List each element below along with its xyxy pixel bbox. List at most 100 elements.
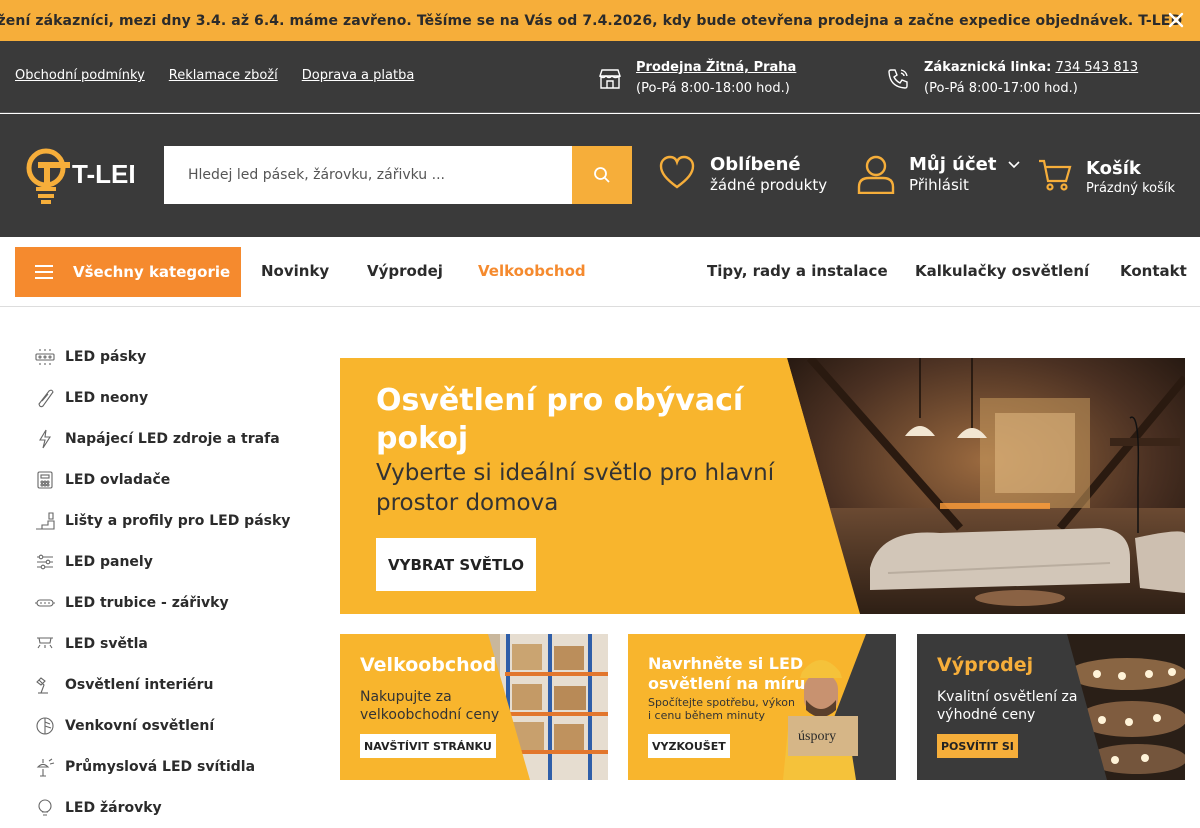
phone-info: Zákaznická linka: 734 543 813 (Po-Pá 8:0…: [886, 57, 1138, 99]
category-sidebar: LED pásky LED neony Napájecí LED zdroje …: [35, 336, 315, 828]
cart-title: Košík: [1086, 158, 1141, 179]
all-categories-button[interactable]: Všechny kategorie: [15, 247, 241, 297]
store-link[interactable]: Prodejna Žitná, Praha: [636, 60, 796, 75]
phone-hours: (Po-Pá 8:00-17:00 hod.): [924, 81, 1078, 96]
sidebar-item-led-panels[interactable]: LED panely: [35, 541, 315, 582]
announcement-text: Vážení zákazníci, mezi dny 3.4. až 6.4. …: [0, 12, 1183, 29]
nav-sale[interactable]: Výprodej: [367, 262, 443, 280]
cart-icon: [1039, 159, 1072, 191]
favorites-sub: žádné produkty: [710, 176, 828, 194]
sidebar-item-label: Napájecí LED zdroje a trafa: [65, 430, 280, 447]
sidebar-item-label: LED světla: [65, 635, 148, 652]
sidebar-item-label: LED neony: [65, 389, 149, 406]
nav-tips[interactable]: Tipy, rady a instalace: [707, 262, 888, 280]
account-sub: Přihlásit: [909, 176, 969, 194]
store-hours: (Po-Pá 8:00-18:00 hod.): [636, 81, 790, 96]
hero-cta-button[interactable]: VYBRAT SVĚTLO: [376, 538, 536, 591]
nav-calculators[interactable]: Kalkulačky osvětlení: [915, 262, 1089, 280]
user-icon: [857, 155, 895, 194]
sliders-icon: [37, 554, 53, 569]
sidebar-item-label: LED pásky: [65, 348, 147, 365]
site-header: T-LED Oblíbené žádné produkty Můj účet P…: [0, 114, 1200, 237]
sidebar-item-profiles[interactable]: Lišty a profily pro LED pásky: [35, 500, 315, 541]
shine-button[interactable]: POSVÍTIT SI: [937, 734, 1018, 758]
sidebar-item-controllers[interactable]: LED ovladače: [35, 459, 315, 500]
search-button[interactable]: [572, 146, 632, 204]
tile-title: Navrhněte si LED osvětlení na míru: [648, 654, 806, 693]
hero-subtitle: Vyberte si ideální světlo pro hlavní pro…: [376, 460, 775, 516]
nav-wholesale[interactable]: Velkoobchod: [478, 262, 586, 280]
hero-banner[interactable]: Osvětlení pro obývací pokoj Vyberte si i…: [340, 358, 1185, 614]
nav-news[interactable]: Novinky: [261, 262, 329, 280]
tile-title: Velkoobchod: [360, 654, 497, 676]
info-links: Obchodní podmínky Reklamace zboží Doprav…: [15, 68, 414, 83]
sidebar-item-label: Venkovní osvětlení: [65, 717, 215, 734]
complaints-link[interactable]: Reklamace zboží: [169, 68, 278, 83]
tile-title: Výprodej: [937, 654, 1034, 676]
industrial-light-icon: [36, 758, 55, 777]
main-nav: Všechny kategorie Novinky Výprodej Velko…: [0, 237, 1200, 307]
bulb-icon: [38, 798, 52, 816]
sidebar-item-outdoor[interactable]: Venkovní osvětlení: [35, 705, 315, 746]
tile-text: Spočítejte spotřebu, výkon i cenu během …: [648, 696, 795, 722]
logo[interactable]: T-LED: [24, 144, 134, 206]
logo-text: T-LED: [72, 159, 134, 189]
lightning-icon: [39, 429, 52, 448]
sidebar-item-led-strips[interactable]: LED pásky: [35, 336, 315, 377]
sidebar-item-label: Lišty a profily pro LED pásky: [65, 512, 291, 529]
sidebar-item-label: Osvětlení interiéru: [65, 676, 214, 693]
tile-calculator[interactable]: úspory Navrhněte si LED osvětlení na mír…: [628, 634, 896, 780]
search-input[interactable]: [164, 146, 572, 204]
led-strip-icon: [35, 348, 55, 365]
heart-icon: [659, 155, 695, 189]
store-icon: [599, 69, 621, 89]
sidebar-item-bulbs[interactable]: LED žárovky: [35, 787, 315, 828]
chevron-down-icon: [1008, 161, 1020, 169]
sign-text: úspory: [798, 729, 836, 744]
shipping-link[interactable]: Doprava a platba: [302, 68, 415, 83]
tile-text: Kvalitní osvětlení za výhodné ceny: [937, 689, 1078, 723]
sidebar-item-led-neons[interactable]: LED neony: [35, 377, 315, 418]
sidebar-item-label: LED trubice - zářivky: [65, 594, 229, 611]
sidebar-item-power-supplies[interactable]: Napájecí LED zdroje a trafa: [35, 418, 315, 459]
controller-icon: [37, 470, 53, 489]
hero-title: Osvětlení pro obývací pokoj: [376, 383, 744, 456]
favorites-title: Oblíbené: [710, 154, 801, 175]
sidebar-item-interior[interactable]: Osvětlení interiéru: [35, 664, 315, 705]
sidebar-item-label: LED ovladače: [65, 471, 171, 488]
phone-icon: [888, 69, 908, 89]
tube-icon: [35, 598, 55, 607]
hamburger-icon: [35, 265, 53, 279]
tile-text: Nakupujte za velkoobchodní ceny: [360, 689, 500, 723]
nav-contact[interactable]: Kontakt: [1120, 262, 1187, 280]
tile-wholesale[interactable]: Velkoobchod Nakupujte za velkoobchodní c…: [340, 634, 608, 780]
cart-sub: Prázdný košík: [1086, 181, 1175, 196]
close-icon[interactable]: [1166, 10, 1186, 30]
search-icon: [594, 167, 610, 183]
announcement-bar: Vážení zákazníci, mezi dny 3.4. až 6.4. …: [0, 0, 1200, 41]
sidebar-item-label: LED žárovky: [65, 799, 162, 816]
visit-page-button[interactable]: NAVŠTÍVIT STRÁNKU: [360, 734, 496, 758]
try-button[interactable]: VYZKOUŠET: [648, 734, 730, 758]
favorites-button[interactable]: Oblíbené žádné produkty: [658, 154, 827, 195]
ceiling-light-icon: [37, 636, 53, 648]
sidebar-item-industrial[interactable]: Průmyslová LED svítidla: [35, 746, 315, 787]
profile-icon: [36, 511, 55, 530]
account-button[interactable]: Můj účet Přihlásit: [857, 154, 1021, 195]
cart-button[interactable]: Košík Prázdný košík: [1038, 158, 1175, 198]
tile-sale[interactable]: Výprodej Kvalitní osvětlení za výhodné c…: [917, 634, 1185, 780]
terms-link[interactable]: Obchodní podmínky: [15, 68, 145, 83]
account-title: Můj účet: [909, 154, 997, 175]
phone-label: Zákaznická linka:: [924, 60, 1052, 75]
info-bar: Obchodní podmínky Reklamace zboží Doprav…: [0, 41, 1200, 113]
sidebar-item-label: LED panely: [65, 553, 153, 570]
outdoor-light-icon: [36, 716, 54, 735]
all-categories-label: Všechny kategorie: [73, 263, 231, 281]
phone-number-link[interactable]: 734 543 813: [1055, 60, 1138, 75]
sidebar-item-label: Průmyslová LED svítidla: [65, 758, 256, 775]
sidebar-item-led-lights[interactable]: LED světla: [35, 623, 315, 664]
sidebar-item-led-tubes[interactable]: LED trubice - zářivky: [35, 582, 315, 623]
store-info: Prodejna Žitná, Praha (Po-Pá 8:00-18:00 …: [598, 57, 796, 99]
search-bar: [164, 146, 632, 204]
desk-lamp-icon: [36, 676, 48, 694]
